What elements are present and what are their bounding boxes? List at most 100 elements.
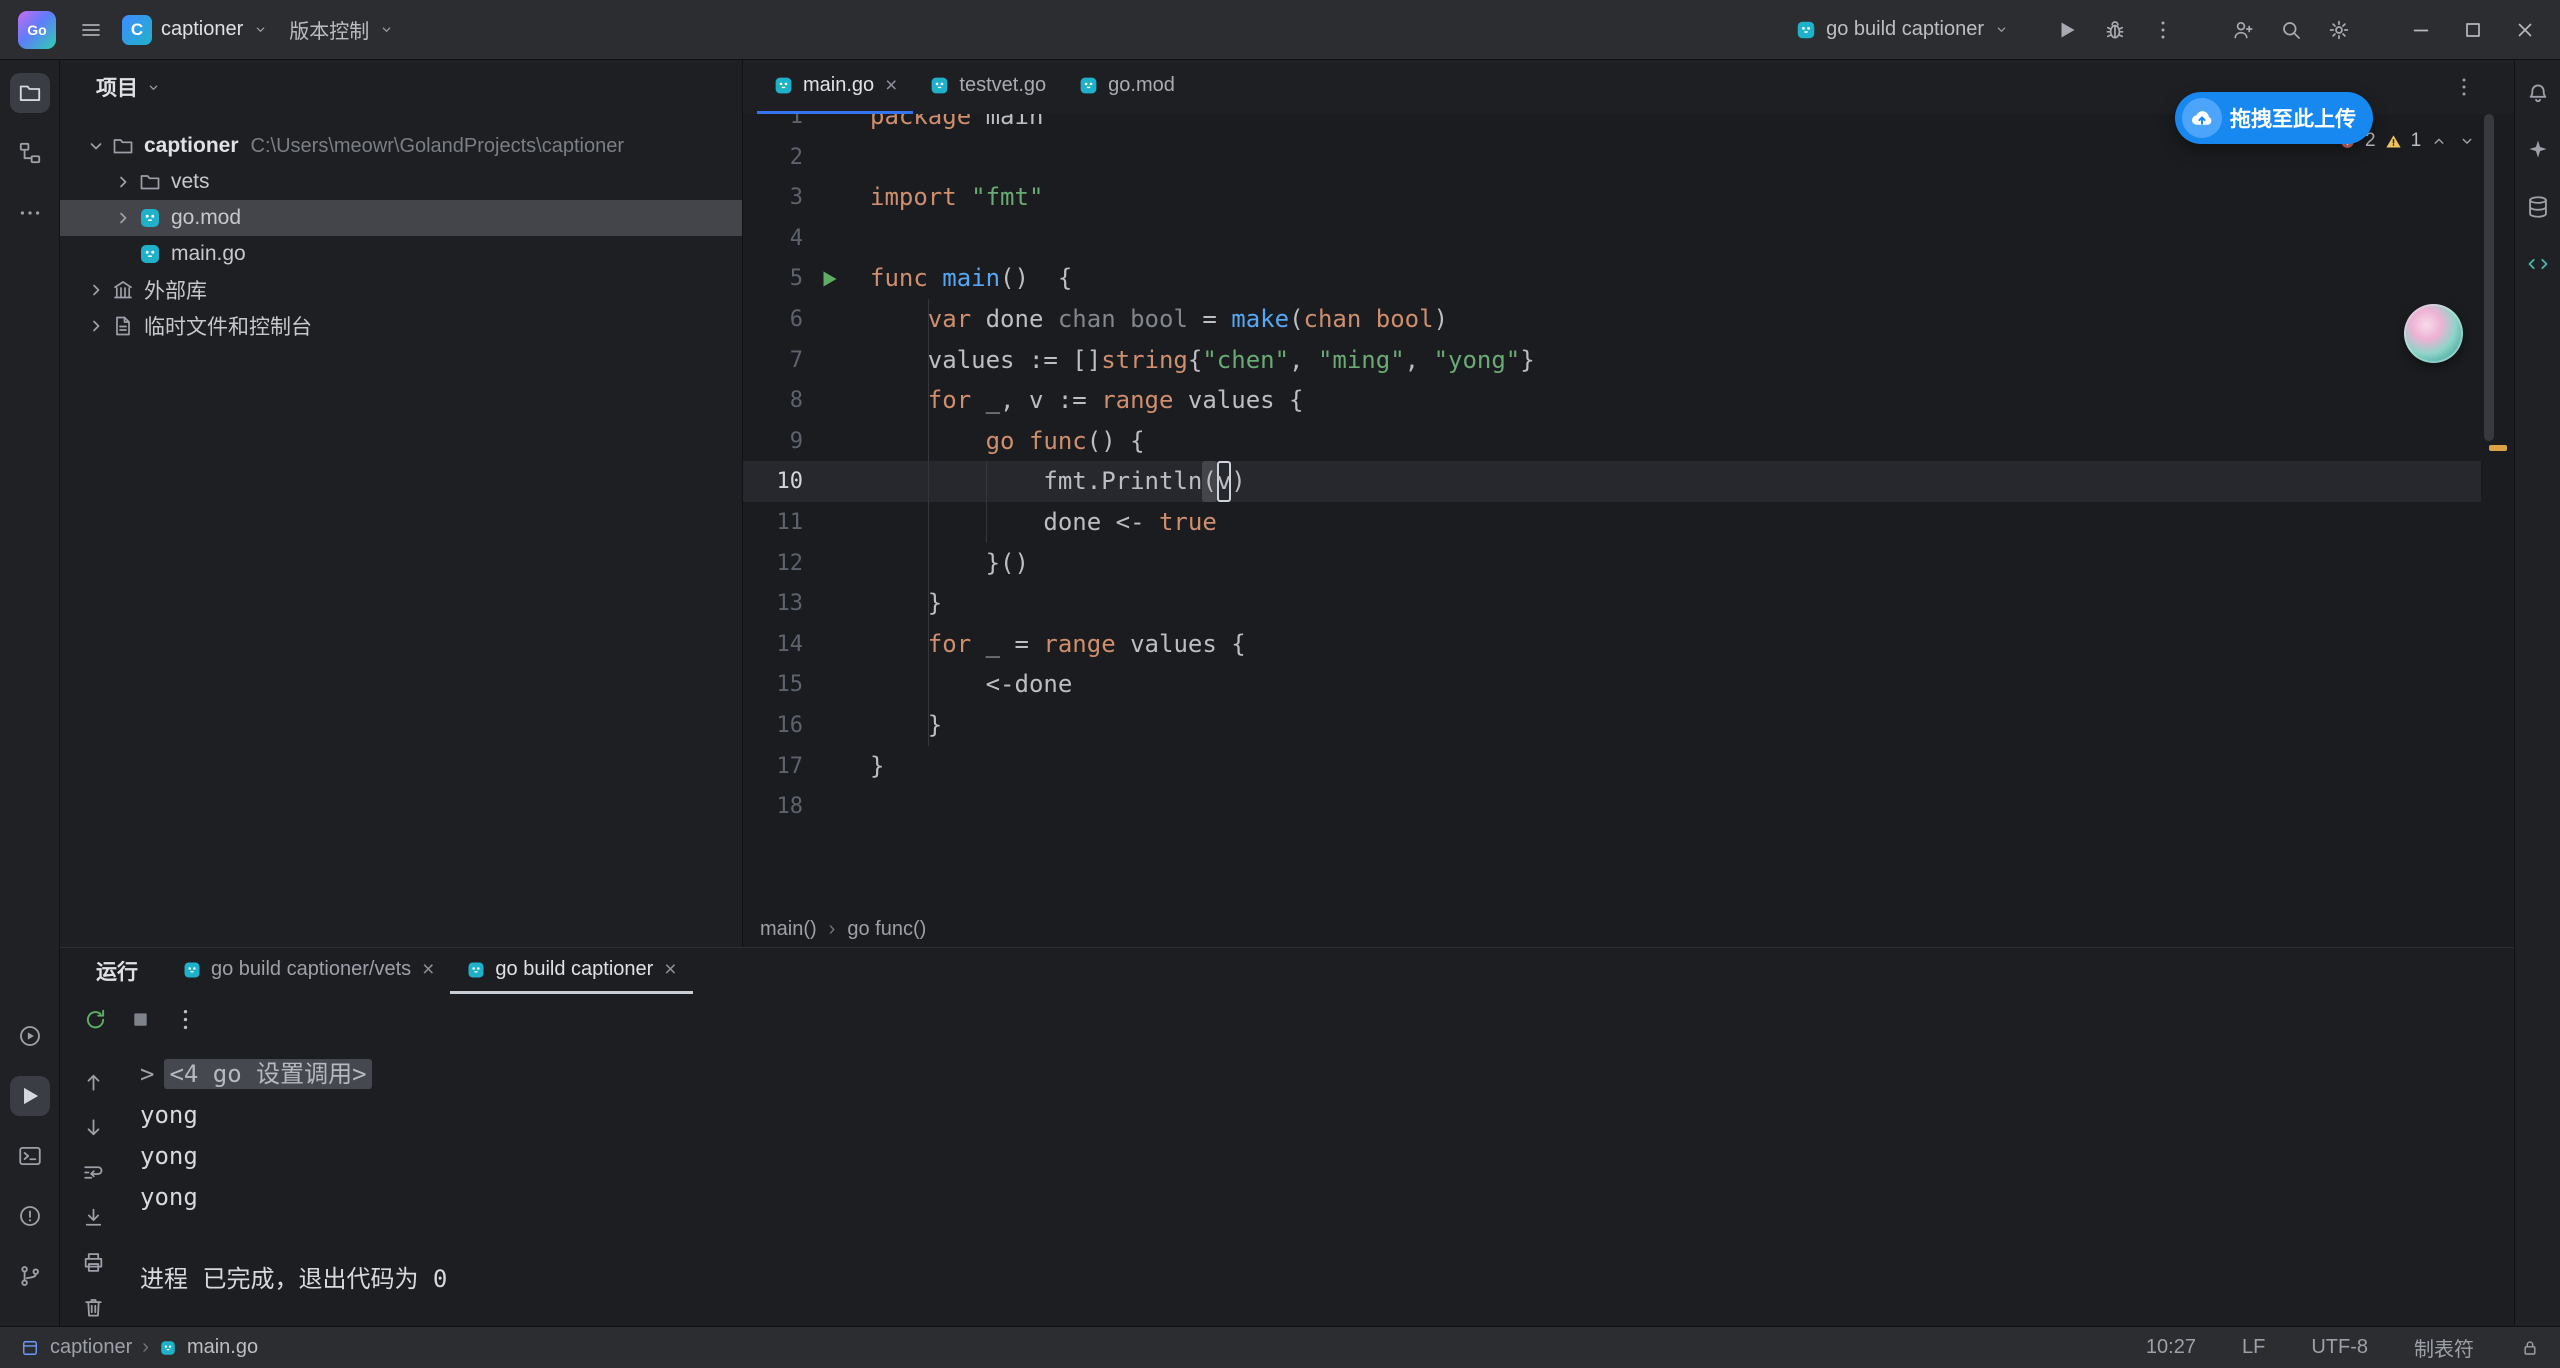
project-name: captioner — [161, 18, 243, 41]
breadcrumb-item[interactable]: go func() — [847, 918, 926, 941]
console-line: yong — [140, 1095, 2514, 1136]
tool-button-version-control[interactable] — [10, 1256, 50, 1296]
code-line[interactable]: 10 fmt.Println(v) — [743, 461, 2514, 502]
tool-button-services[interactable] — [10, 1016, 50, 1056]
code-line[interactable]: 12 }() — [743, 543, 2514, 584]
debug-button[interactable] — [2094, 10, 2136, 50]
search-everywhere-button[interactable] — [2270, 10, 2312, 50]
tree-item[interactable]: vets — [60, 164, 742, 200]
code-line[interactable]: 6 var done chan bool = make(chan bool) — [743, 299, 2514, 340]
status-project[interactable]: captioner — [50, 1336, 132, 1359]
settings-button[interactable] — [2318, 10, 2360, 50]
tree-item[interactable]: go.mod — [60, 200, 742, 236]
tree-expand-icon[interactable] — [84, 314, 108, 338]
main-menu-button[interactable] — [70, 10, 112, 50]
warning-count[interactable]: 1 — [2411, 130, 2422, 152]
tool-button-more-tool-windows[interactable] — [10, 193, 50, 233]
status-file[interactable]: main.go — [187, 1336, 258, 1359]
scroll-to-end-button[interactable] — [81, 1205, 106, 1235]
rerun-button[interactable] — [82, 1006, 109, 1038]
prev-occurrence-button[interactable] — [81, 1070, 106, 1100]
tool-button-problems[interactable] — [10, 1196, 50, 1236]
tool-button-run[interactable] — [10, 1076, 50, 1116]
editor-tab[interactable]: testvet.go — [913, 60, 1062, 114]
more-actions-button[interactable] — [2142, 10, 2184, 50]
vcs-widget[interactable]: 版本控制 — [279, 9, 405, 50]
editor-scrollbar-thumb[interactable] — [2484, 114, 2494, 441]
tool-button-notifications[interactable] — [2518, 73, 2558, 113]
window-maximize-button[interactable] — [2450, 9, 2496, 51]
soft-wrap-button[interactable] — [81, 1160, 106, 1190]
run-tab[interactable]: go build captioner× — [450, 948, 692, 994]
go-file-icon — [138, 206, 162, 230]
warning-badge-icon[interactable] — [2384, 132, 2403, 151]
tool-button-terminal[interactable] — [10, 1136, 50, 1176]
run-tab[interactable]: go build captioner/vets× — [166, 948, 450, 994]
window-minimize-button[interactable] — [2398, 9, 2444, 51]
services-icon — [17, 1023, 43, 1049]
code-line[interactable]: 9 go func() { — [743, 421, 2514, 462]
tree-item[interactable]: 临时文件和控制台 — [60, 308, 742, 344]
next-problem-icon[interactable] — [2457, 131, 2477, 151]
more-options-button[interactable] — [172, 1006, 199, 1038]
code-line[interactable]: 11 done <- true — [743, 502, 2514, 543]
close-icon[interactable]: × — [422, 959, 434, 980]
code-line[interactable]: 5func main() { — [743, 258, 2514, 299]
status-indent-style[interactable]: 制表符 — [2414, 1333, 2474, 1362]
folded-command[interactable]: <4 go 设置调用> — [164, 1059, 371, 1089]
project-selector[interactable]: C captioner — [112, 9, 279, 51]
next-occurrence-button[interactable] — [81, 1115, 106, 1145]
warning-stripe-mark[interactable] — [2489, 445, 2507, 451]
code-line[interactable]: 14 for _ = range values { — [743, 624, 2514, 665]
status-caret-position[interactable]: 10:27 — [2146, 1336, 2196, 1359]
tool-button-endpoints[interactable] — [2518, 244, 2558, 284]
tool-button-structure[interactable] — [10, 133, 50, 173]
code-with-me-button[interactable] — [2222, 10, 2264, 50]
drag-upload-overlay-button[interactable]: 拖拽至此上传 — [2175, 92, 2373, 144]
code-line[interactable]: 4 — [743, 218, 2514, 259]
close-icon[interactable]: × — [885, 75, 897, 96]
tree-item[interactable]: captionerC:\Users\meowr\GolandProjects\c… — [60, 128, 742, 164]
floating-assistant-ball[interactable] — [2404, 304, 2463, 363]
console-fold-arrow[interactable]: > — [140, 1060, 154, 1088]
code-line[interactable]: 3import "fmt" — [743, 177, 2514, 218]
code-line[interactable]: 7 values := []string{"chen", "ming", "yo… — [743, 340, 2514, 381]
window-close-button[interactable] — [2502, 9, 2548, 51]
code-line[interactable]: 13 } — [743, 583, 2514, 624]
print-button[interactable] — [81, 1250, 106, 1280]
tool-button-ai-assistant[interactable] — [2518, 130, 2558, 170]
tree-expand-icon[interactable] — [84, 278, 108, 302]
clear-all-button[interactable] — [81, 1295, 106, 1325]
status-line-separator[interactable]: LF — [2242, 1336, 2265, 1359]
tool-button-database[interactable] — [2518, 187, 2558, 227]
close-icon[interactable]: × — [664, 959, 676, 980]
console-output[interactable]: ><4 go 设置调用>yongyongyong 进程 已完成，退出代码为 0 — [126, 1050, 2514, 1300]
prev-problem-icon[interactable] — [2429, 131, 2449, 151]
stop-button[interactable] — [127, 1006, 154, 1038]
run-config-name: go build captioner — [1826, 18, 1984, 41]
editor-tab[interactable]: main.go× — [757, 60, 913, 114]
tree-expand-icon[interactable] — [111, 170, 135, 194]
tree-item[interactable]: 外部库 — [60, 272, 742, 308]
run-configuration-selector[interactable]: go build captioner — [1785, 12, 2020, 47]
run-button[interactable] — [2046, 10, 2088, 50]
lock-icon[interactable] — [2520, 1338, 2540, 1358]
code-line[interactable]: 16 } — [743, 705, 2514, 746]
tool-button-project[interactable] — [10, 73, 50, 113]
code-line[interactable]: 17} — [743, 746, 2514, 787]
breadcrumb-item[interactable]: main() — [760, 918, 817, 941]
tree-expand-icon[interactable] — [84, 134, 108, 158]
status-encoding[interactable]: UTF-8 — [2311, 1336, 2368, 1359]
editor-tab[interactable]: go.mod — [1062, 60, 1191, 114]
line-number: 1 — [743, 114, 803, 137]
project-panel-header[interactable]: 项目 — [60, 60, 742, 114]
code-line[interactable]: 8 for _, v := range values { — [743, 380, 2514, 421]
run-icon — [17, 1083, 43, 1109]
status-separator: › — [142, 1336, 149, 1359]
code-line[interactable]: 18 — [743, 786, 2514, 827]
tree-item[interactable]: main.go — [60, 236, 742, 272]
tab-options-icon[interactable] — [2452, 75, 2476, 99]
code-line[interactable]: 15 <-done — [743, 664, 2514, 705]
code-editor[interactable]: 1package main23import "fmt"45func main()… — [743, 114, 2514, 911]
tree-expand-icon[interactable] — [111, 206, 135, 230]
